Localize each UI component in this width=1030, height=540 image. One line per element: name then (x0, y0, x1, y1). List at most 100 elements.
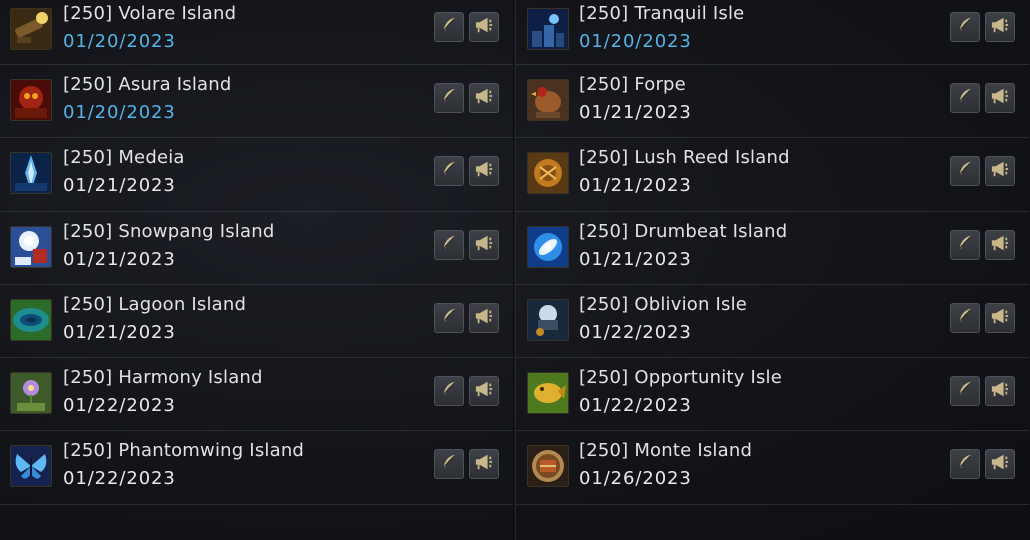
megaphone-icon (990, 453, 1010, 475)
island-list: [250] Volare Island 01/20/2023 [250] Asura… (0, 0, 1030, 540)
megaphone-icon (474, 234, 494, 256)
island-name: [250] Phantomwing Island (63, 440, 305, 462)
megaphone-button[interactable] (469, 229, 499, 260)
island-row: [250] Oblivion Isle 01/22/2023 (516, 285, 1029, 359)
feather-button[interactable] (950, 83, 980, 113)
island-row: [250] Monte Island 01/26/2023 (516, 431, 1029, 505)
island-column-left: [250] Volare Island 01/20/2023 [250] Asura… (0, 0, 513, 505)
island-date: 01/22/2023 (579, 395, 692, 417)
megaphone-button[interactable] (469, 449, 499, 480)
feather-button[interactable] (950, 302, 980, 333)
feather-icon (440, 160, 458, 182)
snowpang-island-icon (10, 225, 52, 268)
megaphone-icon (990, 16, 1010, 38)
feather-button[interactable] (434, 83, 464, 113)
forpe-icon (527, 79, 569, 121)
megaphone-icon (990, 87, 1010, 109)
megaphone-button[interactable] (985, 302, 1015, 333)
feather-button[interactable] (950, 449, 980, 480)
island-name: [250] Snowpang Island (63, 220, 275, 242)
island-name: [250] Monte Island (579, 440, 753, 462)
island-date: 01/22/2023 (63, 468, 176, 490)
feather-button[interactable] (434, 12, 464, 42)
island-date: 01/20/2023 (63, 102, 176, 123)
feather-button[interactable] (434, 156, 464, 187)
megaphone-button[interactable] (469, 12, 499, 42)
volare-island-icon (10, 8, 52, 50)
island-date: 01/20/2023 (63, 31, 176, 52)
island-name: [250] Oblivion Isle (579, 293, 748, 315)
island-row: [250] Lush Reed Island 01/21/2023 (516, 138, 1029, 212)
island-row: [250] Volare Island 01/20/2023 (0, 0, 513, 65)
island-name: [250] Asura Island (63, 74, 232, 95)
megaphone-icon (474, 380, 494, 402)
island-name: [250] Drumbeat Island (579, 220, 788, 242)
feather-button[interactable] (434, 449, 464, 480)
island-name: [250] Volare Island (63, 3, 237, 24)
megaphone-button[interactable] (469, 83, 499, 113)
feather-icon (440, 87, 458, 109)
feather-button[interactable] (434, 376, 464, 407)
feather-button[interactable] (950, 229, 980, 260)
lagoon-island-icon (10, 298, 52, 341)
lush-reed-island-icon (527, 152, 569, 195)
island-date: 01/21/2023 (579, 248, 692, 270)
island-row: [250] Opportunity Isle 01/22/2023 (516, 358, 1029, 432)
megaphone-icon (990, 160, 1010, 182)
opportunity-isle-icon (527, 372, 569, 415)
megaphone-icon (474, 307, 494, 329)
feather-icon (956, 380, 974, 402)
tranquil-isle-icon (527, 8, 569, 50)
feather-icon (956, 16, 974, 38)
island-date: 01/26/2023 (579, 468, 692, 490)
megaphone-button[interactable] (985, 449, 1015, 480)
monte-island-icon (527, 445, 569, 488)
feather-button[interactable] (950, 156, 980, 187)
megaphone-icon (990, 234, 1010, 256)
island-name: [250] Opportunity Isle (579, 367, 783, 389)
megaphone-button[interactable] (985, 156, 1015, 187)
asura-island-icon (10, 79, 52, 121)
megaphone-button[interactable] (985, 12, 1015, 42)
island-row: [250] Harmony Island 01/22/2023 (0, 358, 513, 432)
island-name: [250] Forpe (579, 74, 686, 95)
feather-button[interactable] (434, 229, 464, 260)
island-row: [250] Medeia 01/21/2023 (0, 138, 513, 212)
feather-icon (956, 87, 974, 109)
island-name: [250] Lush Reed Island (579, 147, 790, 169)
feather-icon (440, 16, 458, 38)
megaphone-button[interactable] (985, 83, 1015, 113)
island-row: [250] Lagoon Island 01/21/2023 (0, 285, 513, 359)
megaphone-button[interactable] (469, 302, 499, 333)
island-row: [250] Tranquil Isle 01/20/2023 (516, 0, 1029, 65)
island-name: [250] Harmony Island (63, 367, 263, 389)
megaphone-button[interactable] (985, 229, 1015, 260)
feather-icon (440, 307, 458, 329)
megaphone-icon (474, 453, 494, 475)
feather-icon (956, 453, 974, 475)
megaphone-button[interactable] (985, 376, 1015, 407)
island-date: 01/21/2023 (63, 321, 176, 343)
feather-icon (440, 234, 458, 256)
island-date: 01/22/2023 (63, 395, 176, 417)
megaphone-button[interactable] (469, 376, 499, 407)
harmony-island-icon (10, 372, 52, 415)
megaphone-icon (474, 16, 494, 38)
feather-icon (956, 307, 974, 329)
island-row: [250] Phantomwing Island 01/22/2023 (0, 431, 513, 505)
oblivion-isle-icon (527, 298, 569, 341)
feather-button[interactable] (950, 376, 980, 407)
feather-icon (956, 234, 974, 256)
medeia-icon (10, 152, 52, 195)
megaphone-icon (474, 87, 494, 109)
island-date: 01/21/2023 (63, 175, 176, 197)
island-date: 01/20/2023 (579, 31, 692, 52)
island-row: [250] Snowpang Island 01/21/2023 (0, 212, 513, 285)
island-name: [250] Medeia (63, 147, 185, 169)
megaphone-icon (990, 380, 1010, 402)
megaphone-button[interactable] (469, 156, 499, 187)
megaphone-icon (990, 307, 1010, 329)
island-date: 01/22/2023 (579, 321, 692, 343)
feather-button[interactable] (950, 12, 980, 42)
feather-button[interactable] (434, 302, 464, 333)
